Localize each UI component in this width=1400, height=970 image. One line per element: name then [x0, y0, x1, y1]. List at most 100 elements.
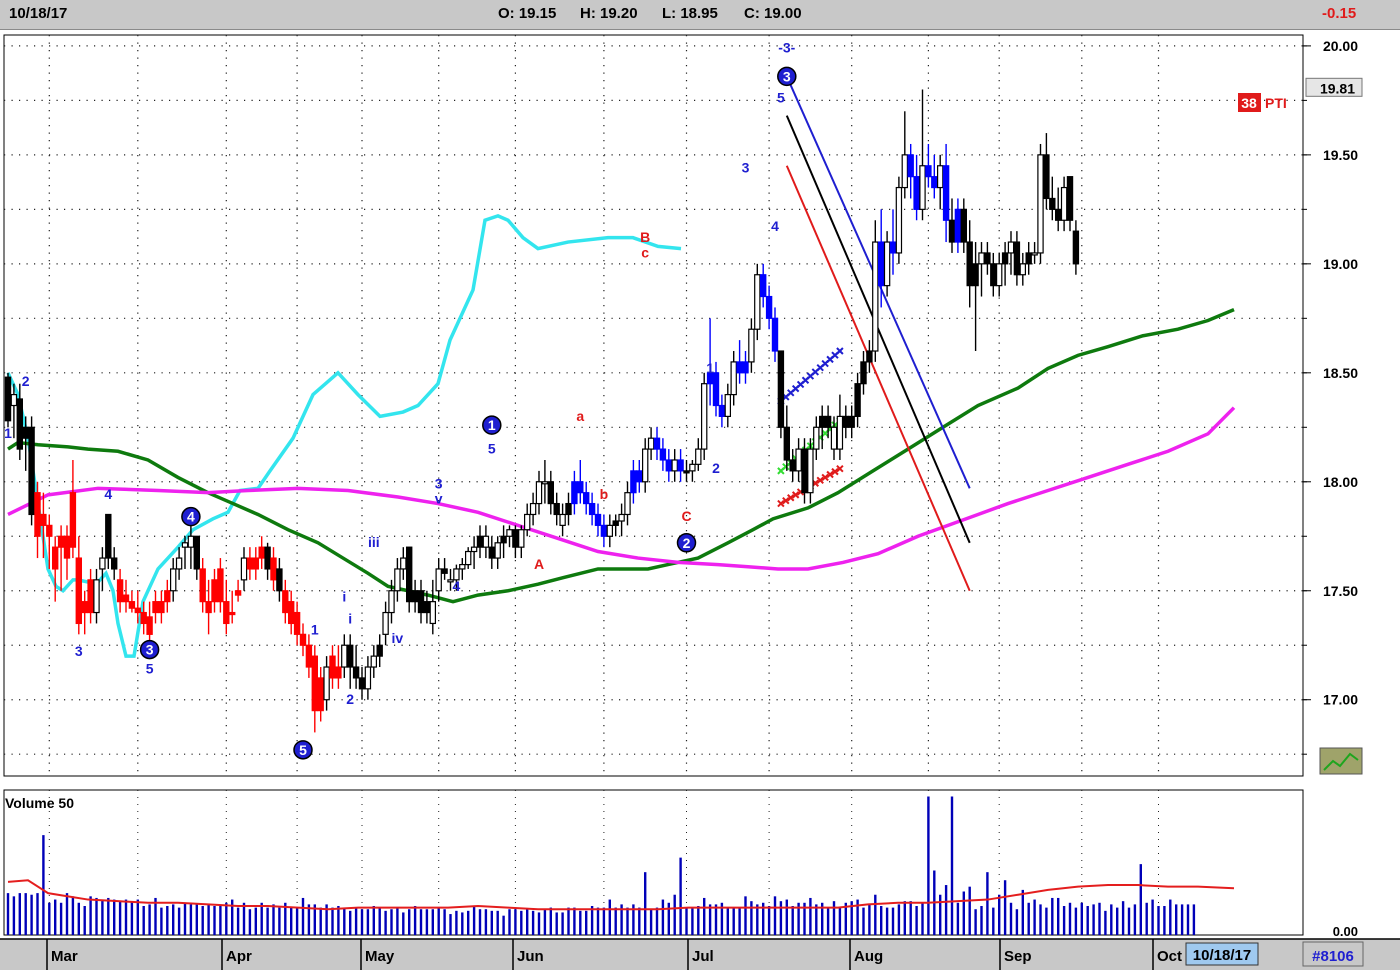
candle-body: [872, 241, 879, 352]
volume-title: Volume 50: [5, 795, 74, 811]
candle-body: [347, 644, 354, 668]
candle-body: [465, 550, 472, 566]
wave-label: 1: [311, 621, 319, 637]
pti-value: 38: [1241, 95, 1257, 111]
candle-body: [647, 437, 655, 450]
candle-body: [329, 655, 336, 679]
wave-circle-label: 1: [482, 415, 502, 435]
wave-circle-label: 5: [293, 740, 313, 760]
candle-body: [435, 568, 442, 592]
candle-body: [57, 535, 65, 548]
candle-body: [565, 502, 572, 516]
wave-label: 4: [771, 218, 779, 234]
candle-body: [848, 415, 855, 428]
candle-body: [523, 513, 531, 531]
wave-label: -3-: [778, 39, 795, 55]
candle-body: [636, 470, 643, 483]
candle-body: [582, 492, 590, 505]
wave-label: 3: [75, 643, 83, 659]
candle-body: [411, 590, 419, 603]
candle-body: [4, 376, 12, 422]
candle-body: [907, 154, 914, 178]
candle-body: [824, 415, 832, 428]
candle-body: [105, 513, 112, 559]
candle-body: [352, 666, 360, 679]
wave-circle-text: 1: [488, 417, 496, 433]
wave-label: 1: [4, 425, 12, 441]
candle-body: [677, 459, 684, 472]
candle: [700, 372, 708, 460]
candle-body: [783, 426, 791, 461]
candle-body: [288, 601, 295, 625]
wave-label: 3: [742, 159, 750, 175]
chart-thumbnail-icon: [1319, 747, 1363, 775]
candle-body: [653, 437, 661, 450]
candle-body: [671, 459, 678, 472]
candle-body: [866, 350, 873, 363]
wave-label: 3: [435, 475, 443, 491]
candle-body: [919, 165, 926, 210]
candle-body: [193, 535, 200, 570]
candle-body: [813, 426, 820, 450]
candle-body: [116, 579, 124, 603]
candle-body: [1037, 154, 1044, 254]
price-grid: [3, 34, 1304, 936]
wave-circle-text: 2: [683, 535, 691, 551]
y-tick-label: 19.00: [1323, 256, 1358, 272]
candle-body: [995, 263, 1003, 287]
candle-body: [459, 563, 466, 570]
candle-body: [323, 666, 330, 701]
candle-body: [612, 520, 619, 526]
candle-body: [895, 186, 903, 254]
candle-body: [488, 546, 496, 559]
candle-body: [547, 481, 555, 505]
candle-body: [1007, 241, 1015, 254]
candle-body: [134, 607, 141, 614]
candle-body: [364, 666, 372, 690]
candle: [872, 220, 879, 362]
candle-body: [1025, 252, 1032, 265]
candle-body: [759, 274, 767, 298]
candle-body: [689, 463, 696, 472]
candle-body: [972, 263, 979, 287]
candle-body: [577, 481, 584, 494]
candle-body: [559, 513, 566, 526]
candle-body: [305, 644, 313, 668]
candle-body: [152, 601, 159, 614]
candle-body: [246, 557, 254, 570]
candle-body: [69, 492, 77, 548]
y-tick-label: 19.50: [1323, 147, 1358, 163]
candle-body: [606, 524, 614, 537]
wave-circle-label: 3: [139, 639, 160, 660]
candle-body: [211, 579, 218, 603]
quote-high: H: 19.20: [580, 5, 638, 22]
price-panel-frame: [3, 34, 1304, 777]
candle-body: [712, 372, 720, 407]
candle-body: [63, 535, 71, 559]
wave-label: 2: [712, 460, 720, 476]
candle-body: [925, 165, 932, 178]
wave-label: B: [640, 229, 650, 245]
candle-body: [376, 644, 383, 657]
wave-label: C: [681, 508, 691, 524]
candle-body: [795, 448, 802, 472]
candle-body: [205, 601, 212, 614]
candle-body: [264, 546, 271, 570]
candle-body: [754, 274, 761, 330]
candle-body: [93, 579, 100, 614]
quote-date: 10/18/17: [9, 5, 68, 22]
candle-body: [140, 611, 147, 625]
candle-body: [394, 568, 401, 592]
candle-body: [128, 601, 136, 609]
wave-label: 1: [706, 360, 714, 376]
candle-body: [110, 557, 118, 570]
candle-body: [311, 655, 319, 712]
candle-body: [382, 611, 389, 635]
candle-body: [771, 317, 779, 352]
candle-body: [476, 535, 484, 548]
candle-body: [889, 241, 897, 254]
candle-body: [400, 557, 407, 570]
candle-body: [75, 557, 82, 625]
candle: [754, 263, 761, 341]
wave-label: 5: [146, 661, 154, 677]
